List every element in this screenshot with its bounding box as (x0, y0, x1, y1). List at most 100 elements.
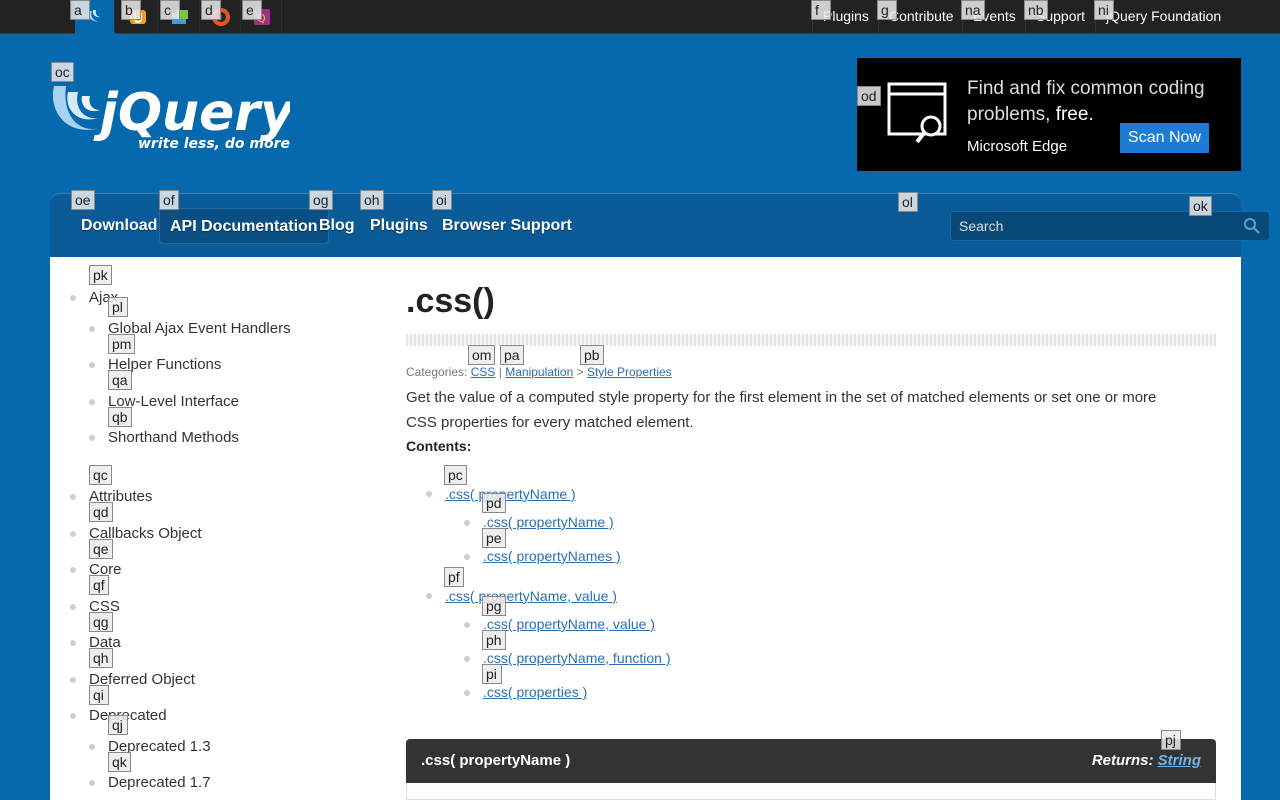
bullet-icon (70, 713, 76, 719)
annotation-tag: oe (71, 190, 95, 210)
sidebar-item-deprecated-1-7[interactable]: Deprecated 1.7 (108, 774, 211, 791)
signature-body (406, 783, 1216, 800)
annotation-tag: oc (51, 62, 74, 82)
annotation-tag: of (159, 190, 179, 210)
main-nav: Download API Documentation Blog Plugins … (50, 193, 1270, 257)
nav-plugins[interactable]: Plugins (360, 208, 438, 244)
category-separator: | (498, 365, 502, 379)
annotation-tag: pk (89, 265, 112, 285)
annotation-tag: g (877, 0, 897, 20)
bullet-icon (89, 780, 95, 786)
annotation-tag: pf (444, 567, 464, 587)
ad-brand: Microsoft Edge (967, 138, 1068, 155)
nav-download[interactable]: Download (71, 208, 167, 244)
logo-tagline: write less, do more. (138, 136, 290, 152)
bullet-icon (89, 435, 95, 441)
toc-link[interactable]: .css( properties ) (483, 684, 587, 700)
annotation-tag: qa (108, 370, 132, 390)
bullet-icon (426, 491, 432, 497)
nav-api-documentation[interactable]: API Documentation (159, 208, 329, 244)
toc-link[interactable]: .css( propertyName, value ) (483, 616, 655, 632)
annotation-tag: f (811, 0, 831, 20)
annotation-tag: ol (898, 192, 918, 212)
bullet-icon (464, 554, 470, 560)
toc-link[interactable]: .css( propertyNames ) (483, 548, 621, 564)
annotation-tag: pm (108, 334, 136, 354)
signature-returns: Returns: String (1091, 752, 1201, 769)
code-inspect-icon (887, 82, 947, 144)
signature-name: .css( propertyName ) (421, 752, 571, 769)
method-description: Get the value of a computed style proper… (406, 389, 1157, 431)
svg-text:jQuery: jQuery (93, 83, 290, 143)
sidebar: Ajax Global Ajax Event Handlers Helper F… (50, 257, 381, 800)
annotation-tag: pe (482, 528, 506, 548)
ad-headline: Find and fix common coding problems, free… (967, 78, 1205, 125)
bullet-icon (70, 295, 76, 301)
category-separator: > (576, 365, 584, 379)
category-manipulation-link[interactable]: Manipulation (505, 365, 573, 379)
annotation-tag: pc (444, 465, 467, 485)
main-content: .css() Categories: CSS | Manipulation > … (406, 257, 1216, 800)
bullet-icon (70, 604, 76, 610)
bullet-icon (70, 531, 76, 537)
annotation-tag: ok (1189, 196, 1212, 216)
contents-heading: Contents: (406, 438, 472, 454)
bullet-icon (89, 399, 95, 405)
jquery-logo-mark: jQuery write less, do more. (52, 83, 296, 152)
bullet-icon (426, 593, 432, 599)
toc-link[interactable]: .css( propertyName, value ) (445, 588, 617, 604)
annotation-tag: na (961, 0, 985, 20)
nav-browser-support[interactable]: Browser Support (432, 208, 582, 244)
ad-banner[interactable]: Find and fix common coding problems, free… (857, 58, 1241, 171)
annotation-tag: od (857, 86, 881, 106)
annotation-tag: pj (1161, 730, 1181, 750)
search-input[interactable]: Search (950, 211, 1270, 241)
ad-scan-now-button[interactable]: Scan Now (1120, 123, 1209, 153)
toc-link[interactable]: .css( propertyName ) (445, 486, 576, 502)
annotation-tag: nb (1024, 0, 1048, 20)
annotation-tag: oi (432, 190, 452, 210)
toc-link[interactable]: .css( propertyName, function ) (483, 650, 671, 666)
annotation-tag: om (468, 345, 496, 365)
annotation-tag: pa (500, 345, 524, 365)
jquery-logo[interactable]: jQuery write less, do more. (50, 82, 296, 154)
content-panel: Ajax Global Ajax Event Handlers Helper F… (50, 257, 1241, 800)
category-style-properties-link[interactable]: Style Properties (587, 365, 672, 379)
signature-header: .css( propertyName ) Returns: String (406, 739, 1216, 783)
category-css-link[interactable]: CSS (471, 365, 496, 379)
annotation-tag: pl (108, 297, 128, 317)
bullet-icon (464, 520, 470, 526)
annotation-tag: e (242, 0, 262, 20)
bullet-icon (70, 567, 76, 573)
annotation-tag: qi (89, 685, 109, 705)
annotation-tag: a (70, 0, 90, 20)
search-placeholder: Search (959, 218, 1004, 234)
sidebar-item-shorthand-methods[interactable]: Shorthand Methods (108, 429, 239, 446)
bullet-icon (89, 326, 95, 332)
categories-label: Categories: (406, 365, 468, 379)
returns-type-link[interactable]: String (1158, 752, 1201, 769)
annotation-tag: pb (580, 345, 604, 365)
bullet-icon (70, 640, 76, 646)
top-link-jquery-foundation[interactable]: jQuery Foundation (1095, 0, 1231, 34)
categories-breadcrumb: Categories: CSS | Manipulation > Style P… (406, 365, 672, 379)
search-icon[interactable] (1243, 217, 1261, 235)
annotation-tag: ni (1094, 0, 1114, 20)
global-top-bar: Q Plugins Contribute Events Support jQue… (0, 0, 1280, 34)
bullet-icon (464, 690, 470, 696)
nav-blog[interactable]: Blog (309, 208, 365, 244)
annotation-tag: pd (482, 493, 506, 513)
annotation-tag: qh (89, 648, 113, 668)
annotation-tag: qc (89, 465, 112, 485)
annotation-tag: oh (360, 190, 384, 210)
annotation-tag: qe (89, 539, 113, 559)
bullet-icon (464, 622, 470, 628)
bullet-icon (464, 656, 470, 662)
annotation-tag: qd (89, 502, 113, 522)
annotation-tag: og (309, 190, 333, 210)
bullet-icon (89, 362, 95, 368)
bullet-icon (70, 677, 76, 683)
annotation-tag: pg (482, 596, 506, 616)
annotation-tag: c (160, 0, 180, 20)
annotation-tag: qk (108, 752, 131, 772)
